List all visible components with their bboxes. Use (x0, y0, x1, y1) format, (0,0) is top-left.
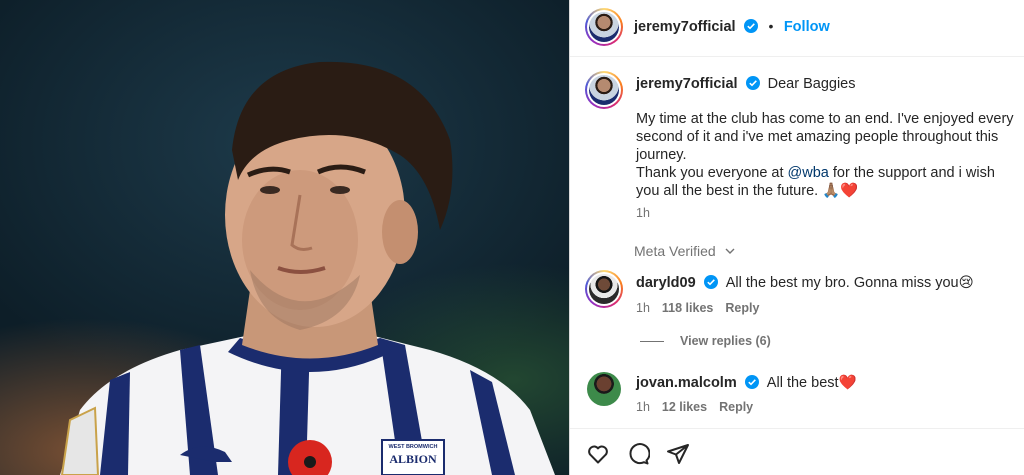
caption-paragraph-1: My time at the club has come to an end. … (636, 111, 1014, 163)
caption-username[interactable]: jeremy7official (636, 76, 738, 92)
caption-body: My time at the club has come to an end. … (636, 110, 1018, 200)
comment-text: All the best my bro. Gonna miss you😢 (725, 275, 974, 291)
reply-button[interactable]: Reply (725, 301, 759, 315)
verified-badge-icon (744, 375, 759, 389)
verified-badge-icon (745, 76, 760, 90)
club-badge-name-top: WEST BROMWICH (388, 444, 438, 450)
post-header: jeremy7official • Follow (570, 0, 1024, 57)
caption-lead: Dear Baggies (767, 76, 856, 92)
caption-author-avatar[interactable] (585, 71, 623, 109)
comment-username[interactable]: jovan.malcolm (636, 375, 737, 391)
caption-paragraph-2: Thank you everyone at @wba for the suppo… (636, 164, 1018, 200)
club-badge-name: ALBION (389, 452, 437, 466)
author-avatar[interactable] (585, 8, 623, 46)
comment-avatar[interactable] (587, 372, 621, 406)
heart-icon[interactable] (586, 442, 610, 466)
follow-button[interactable]: Follow (784, 19, 830, 35)
meta-verified-label: Meta Verified (634, 243, 716, 259)
comment-time[interactable]: 1h (636, 400, 650, 414)
comment-username[interactable]: daryld09 (636, 275, 696, 291)
verified-badge-icon (703, 275, 718, 289)
meta-verified-toggle[interactable]: Meta Verified (634, 243, 736, 259)
comment-likes[interactable]: 12 likes (662, 400, 707, 414)
comment-row: daryld09 All the best my bro. Gonna miss… (636, 274, 974, 292)
comment-row: jovan.malcolm All the best❤️ (636, 374, 857, 392)
view-replies-label: View replies (6) (680, 334, 771, 348)
view-replies-button[interactable]: View replies (6) (640, 334, 771, 348)
verified-badge-icon (744, 19, 759, 33)
player-illustration (60, 61, 555, 475)
post-photo: WEST BROMWICH ALBION (0, 0, 570, 475)
share-icon[interactable] (666, 442, 690, 466)
comment-text: All the best❤️ (766, 375, 857, 391)
mention-link[interactable]: @wba (788, 165, 829, 181)
comment-meta: 1h 12 likes Reply (636, 400, 753, 414)
comment-avatar[interactable] (585, 270, 623, 308)
action-bar (570, 428, 1024, 475)
separator-dot: • (768, 18, 774, 34)
author-username[interactable]: jeremy7official (634, 19, 736, 35)
caption-header: jeremy7official Dear Baggies (636, 75, 855, 93)
caption-text-pre: Thank you everyone at (636, 165, 788, 181)
comment-meta: 1h 118 likes Reply (636, 301, 759, 315)
post-details-panel: jeremy7official • Follow jeremy7official… (570, 0, 1024, 475)
caption-timestamp[interactable]: 1h (636, 206, 650, 220)
replies-line (640, 341, 664, 343)
comment-likes[interactable]: 118 likes (662, 301, 713, 315)
reply-button[interactable]: Reply (719, 400, 753, 414)
chevron-down-icon (725, 248, 735, 254)
comment-icon[interactable] (626, 442, 650, 466)
comment-time[interactable]: 1h (636, 301, 650, 315)
